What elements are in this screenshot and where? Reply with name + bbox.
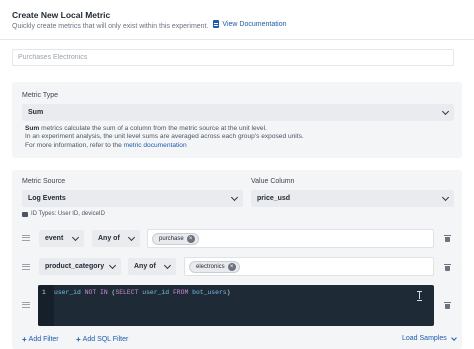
document-icon <box>213 20 220 28</box>
filter-operator-value: Any of <box>98 235 120 242</box>
plus-icon: + <box>22 335 27 344</box>
id-types: ID Types: User ID, deviceID <box>22 211 105 217</box>
drag-handle-icon[interactable] <box>22 235 30 241</box>
metric-documentation-link[interactable]: metric documentation <box>124 142 187 149</box>
chip-label: electronics <box>196 263 225 270</box>
description-text-1: metrics calculate the sum of a column fr… <box>39 125 267 132</box>
sql-token: NOT IN <box>84 289 112 296</box>
metric-source-select[interactable]: Log Events <box>22 190 243 207</box>
metric-source-value: Log Events <box>28 195 66 202</box>
filter-field-value: product_category <box>45 263 105 270</box>
view-documentation-link[interactable]: View Documentation <box>213 20 287 28</box>
metric-source-label: Metric Source <box>22 178 66 185</box>
load-samples-label: Load Samples <box>402 335 447 342</box>
metric-type-description: Sum metrics calculate the sum of a colum… <box>25 125 455 150</box>
description-text-3: For more information, refer to the <box>25 141 124 149</box>
metric-name-input[interactable] <box>12 49 454 66</box>
sql-token: ) <box>226 289 231 296</box>
load-samples-button[interactable]: Load Samples <box>402 334 457 342</box>
add-filter-label: Add Filter <box>28 336 59 343</box>
chevron-down-icon <box>230 193 239 201</box>
sql-token: SELECT <box>115 289 143 296</box>
value-column-label: Value Column <box>251 178 295 185</box>
editor-gutter <box>38 285 54 326</box>
sql-code-line[interactable]: user_id NOT IN (SELECT user_id FROM bot_… <box>54 289 230 296</box>
view-documentation-label: View Documentation <box>222 20 287 28</box>
filter-value-chip: electronics × <box>189 260 240 273</box>
chevron-down-icon <box>441 193 450 201</box>
metric-type-select[interactable]: Sum <box>22 104 454 121</box>
id-card-icon <box>22 211 28 217</box>
value-column-select[interactable]: price_usd <box>251 190 454 207</box>
subtitle-text: Quickly create metrics that will only ex… <box>12 23 209 30</box>
filter-operator-select[interactable]: Any of <box>128 258 176 275</box>
dialog-subtitle: Quickly create metrics that will only ex… <box>12 20 287 30</box>
chevron-down-icon <box>163 261 172 269</box>
remove-chip-icon[interactable]: × <box>186 234 195 243</box>
add-filter-button[interactable]: + Add Filter <box>22 335 59 344</box>
delete-filter-icon[interactable] <box>444 264 450 271</box>
filter-operator-select[interactable]: Any of <box>92 230 140 247</box>
filter-field-value: event <box>45 235 64 242</box>
plus-icon: + <box>76 335 81 344</box>
filter-field-select[interactable]: product_category <box>39 258 121 275</box>
filter-values-input[interactable]: electronics × <box>184 257 434 276</box>
drag-handle-icon[interactable] <box>22 264 30 270</box>
id-types-text: ID Types: User ID, deviceID <box>31 211 105 217</box>
metric-type-value: Sum <box>28 109 44 116</box>
sql-filter-editor[interactable]: 1 user_id NOT IN (SELECT user_id FROM bo… <box>38 285 434 326</box>
sql-token: user_id <box>142 289 173 296</box>
chevron-down-icon <box>127 233 136 241</box>
sql-token: FROM <box>172 289 193 296</box>
add-sql-filter-label: Add SQL Filter <box>82 336 129 343</box>
line-number: 1 <box>42 289 46 296</box>
remove-chip-icon[interactable]: × <box>227 262 236 271</box>
drag-handle-icon[interactable] <box>22 302 30 308</box>
chevron-down-icon <box>441 107 450 115</box>
sql-token: user_id <box>54 289 85 296</box>
description-strong: Sum <box>25 125 40 132</box>
filter-field-select[interactable]: event <box>39 230 84 247</box>
add-sql-filter-button[interactable]: + Add SQL Filter <box>76 335 128 344</box>
filter-operator-value: Any of <box>134 263 156 270</box>
chip-label: purchase <box>159 235 184 242</box>
delete-filter-icon[interactable] <box>444 235 450 242</box>
sql-token: bot_users <box>192 289 227 296</box>
chevron-down-icon <box>71 233 80 241</box>
description-line-2: In an experiment analysis, the unit leve… <box>25 133 304 141</box>
delete-sql-filter-icon[interactable] <box>444 302 450 309</box>
chevron-down-icon <box>108 261 117 269</box>
filter-value-chip: purchase × <box>152 232 199 245</box>
value-column-value: price_usd <box>257 195 291 202</box>
filter-values-input[interactable]: purchase × <box>147 229 434 248</box>
metric-type-label: Metric Type <box>22 92 59 99</box>
description-line-1: Sum metrics calculate the sum of a colum… <box>25 125 455 133</box>
description-line-3: For more information, refer to the metri… <box>25 142 455 150</box>
text-cursor-icon <box>417 291 422 301</box>
dialog-title: Create New Local Metric <box>12 10 111 20</box>
chevron-down-icon <box>450 334 457 341</box>
